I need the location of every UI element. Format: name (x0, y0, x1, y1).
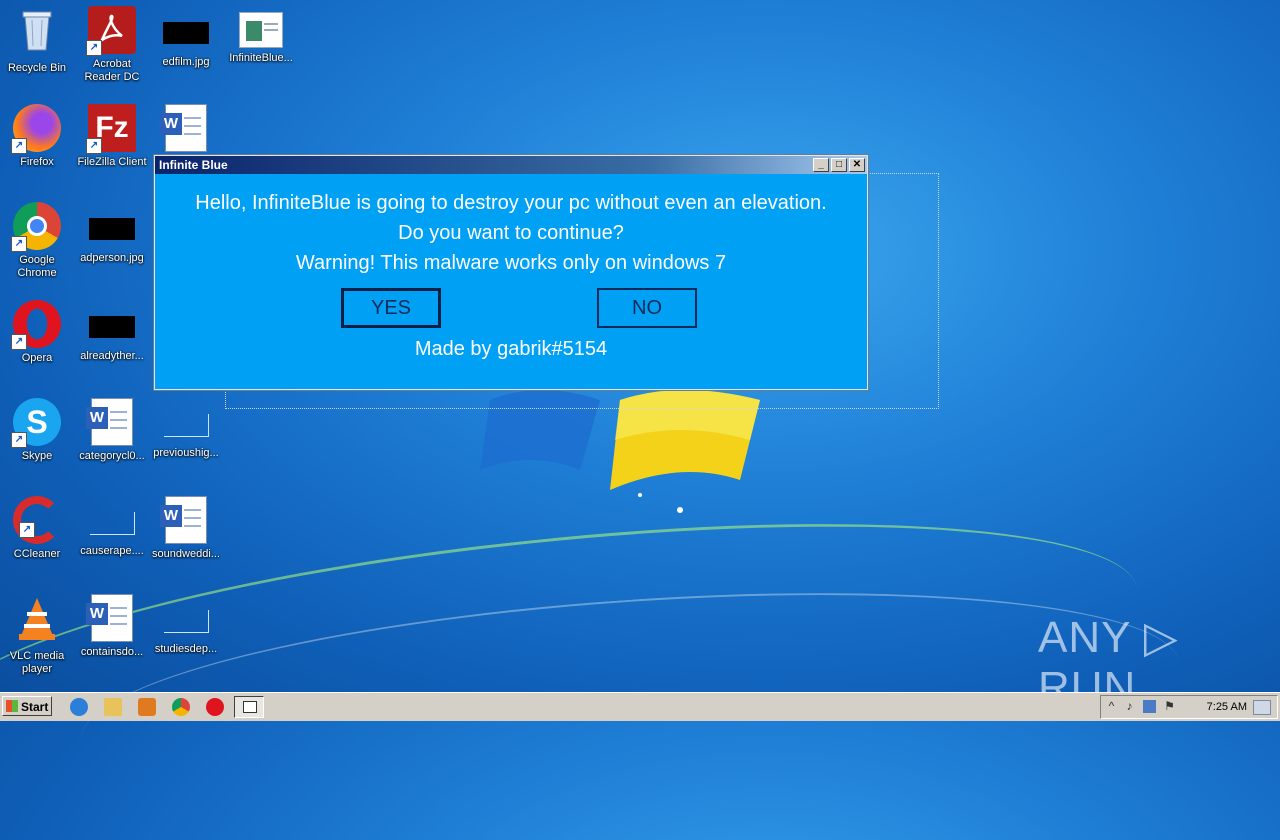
media-player-icon[interactable] (138, 698, 156, 716)
desktop-icon-previoushig[interactable]: previoushig... (149, 392, 223, 460)
desktop-icon-infiniteblue[interactable]: InfiniteBlue... (224, 0, 298, 65)
filezilla-icon: Fz ↗ (86, 104, 136, 154)
firefox-icon: ↗ (11, 104, 61, 154)
explorer-folder-icon[interactable] (104, 698, 122, 716)
show-hidden-icons-icon[interactable]: ^ (1105, 700, 1118, 713)
start-label: Start (21, 700, 49, 714)
shortcut-arrow-icon: ↗ (11, 334, 27, 350)
shortcut-arrow-icon: ↗ (19, 522, 35, 538)
word-document-icon (160, 496, 207, 544)
shortcut-arrow-icon: ↗ (86, 40, 102, 56)
desktop-icon-categorycl0[interactable]: categorycl0... (75, 392, 149, 463)
shortcut-arrow-icon: ↗ (11, 432, 27, 448)
ccleaner-icon: ↗ (13, 496, 61, 544)
desktop-icon-recycle-bin[interactable]: Recycle Bin (0, 0, 74, 75)
infinite-blue-dialog[interactable]: Infinite Blue _ □ ✕ Hello, InfiniteBlue … (154, 155, 868, 390)
close-button[interactable]: ✕ (849, 158, 865, 172)
opera-taskbar-icon[interactable] (206, 698, 224, 716)
word-document-icon (86, 594, 133, 642)
chrome-icon: ↗ (11, 202, 61, 252)
blank-file-icon (163, 610, 209, 633)
internet-explorer-icon[interactable] (70, 698, 88, 716)
image-thumbnail-icon (89, 218, 135, 240)
dialog-credit: Made by gabrik#5154 (414, 338, 608, 360)
taskbar: Start ^ ♪ ⚑ 7:25 AM (0, 692, 1280, 721)
vlc-icon (19, 598, 55, 640)
desktop-icon-studiesdep[interactable]: studiesdep... (149, 588, 223, 656)
desktop-icon-firefox[interactable]: ↗ Firefox (0, 98, 74, 169)
desktop-icon-alreadyther[interactable]: alreadyther... (75, 294, 149, 363)
system-tray: ^ ♪ ⚑ 7:25 AM (1100, 695, 1278, 719)
word-document-icon (160, 104, 207, 152)
shortcut-arrow-icon: ↗ (11, 138, 27, 154)
dialog-message-line3: Warning! This malware works only on wind… (295, 252, 727, 274)
application-window-icon (239, 12, 283, 48)
dialog-message-line1: Hello, InfiniteBlue is going to destroy … (195, 192, 827, 214)
opera-icon: ↗ (11, 300, 61, 350)
image-thumbnail-icon (163, 22, 209, 44)
application-window-icon (243, 701, 257, 713)
desktop-icon-acrobat[interactable]: ↗ Acrobat Reader DC (75, 0, 149, 84)
show-desktop-icon[interactable] (1253, 700, 1271, 715)
shortcut-arrow-icon: ↗ (86, 138, 102, 154)
clock[interactable]: 7:25 AM (1207, 696, 1247, 718)
minimize-button[interactable]: _ (813, 158, 829, 172)
yes-button[interactable]: YES (341, 288, 441, 328)
desktop-icon-skype[interactable]: S ↗ Skype (0, 392, 74, 463)
blank-file-icon (163, 414, 209, 437)
desktop-icon-soundweddi[interactable]: soundweddi... (149, 490, 223, 561)
action-center-flag-icon[interactable]: ⚑ (1163, 700, 1176, 713)
volume-icon[interactable]: ♪ (1123, 700, 1136, 713)
dialog-titlebar[interactable]: Infinite Blue _ □ ✕ (155, 156, 867, 174)
desktop-icon-word-doc[interactable] (149, 98, 223, 156)
network-icon[interactable] (1143, 700, 1156, 713)
image-thumbnail-icon (89, 316, 135, 338)
acrobat-icon: ↗ (86, 6, 136, 56)
dialog-title: Infinite Blue (159, 158, 228, 172)
recycle-bin-icon (22, 11, 52, 51)
desktop-icon-opera[interactable]: ↗ Opera (0, 294, 74, 365)
desktop-icon-causerape[interactable]: causerape.... (75, 490, 149, 558)
desktop-icon-chrome[interactable]: ↗ Google Chrome (0, 196, 74, 280)
desktop-icon-filezilla[interactable]: Fz ↗ FileZilla Client (75, 98, 149, 169)
infiniteblue-task-button[interactable] (234, 696, 264, 718)
chrome-taskbar-icon[interactable] (172, 698, 190, 716)
skype-icon: S ↗ (11, 398, 61, 448)
word-document-icon (86, 398, 133, 446)
desktop-icon-adperson[interactable]: adperson.jpg (75, 196, 149, 265)
dialog-message-line2: Do you want to continue? (398, 222, 624, 244)
desktop-icon-containsdo[interactable]: containsdo... (75, 588, 149, 659)
desktop-icon-ccleaner[interactable]: ↗ CCleaner (0, 490, 74, 561)
windows-flag-icon (6, 700, 18, 712)
maximize-button[interactable]: □ (831, 158, 847, 172)
blank-file-icon (89, 512, 135, 535)
desktop-icon-edfilm[interactable]: edfilm.jpg (149, 0, 223, 69)
desktop-icon-vlc[interactable]: VLC media player (0, 588, 74, 676)
start-button[interactable]: Start (2, 696, 52, 716)
shortcut-arrow-icon: ↗ (11, 236, 27, 252)
no-button[interactable]: NO (597, 288, 697, 328)
